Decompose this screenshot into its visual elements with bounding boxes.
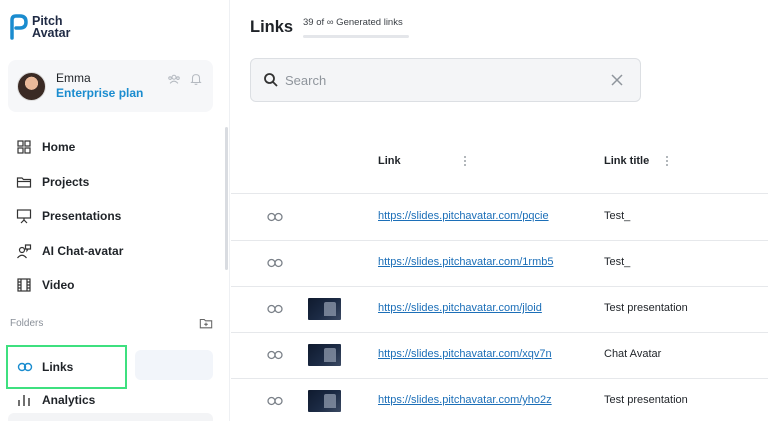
- generated-links-count: 39 of ∞ Generated links: [303, 17, 403, 28]
- link-icon: [267, 258, 283, 268]
- link-title: Test_: [604, 256, 631, 268]
- user-plan[interactable]: Enterprise plan: [56, 86, 143, 101]
- sidebar-nav: Home Projects Presentations AI Chat-avat…: [16, 130, 123, 303]
- presentation-thumbnail[interactable]: [308, 298, 341, 320]
- folders-header: Folders: [10, 316, 213, 330]
- close-icon[interactable]: [610, 73, 624, 87]
- main-content: Links 39 of ∞ Generated links Link Link …: [231, 0, 768, 421]
- sidebar-item-label: Video: [42, 278, 75, 293]
- sidebar-item-label: Home: [42, 140, 76, 155]
- presentation-icon: [16, 209, 32, 224]
- add-folder-icon[interactable]: [199, 316, 213, 330]
- sidebar-item-projects[interactable]: Projects: [16, 165, 123, 200]
- team-icon[interactable]: [167, 72, 181, 86]
- link-url[interactable]: https://slides.pitchavatar.com/jloid: [378, 302, 542, 314]
- column-header-label: Link title: [604, 155, 650, 167]
- link-url[interactable]: https://slides.pitchavatar.com/1rmb5: [378, 256, 553, 268]
- user-card[interactable]: Emma Enterprise plan: [8, 60, 213, 112]
- table-header: Link Link title: [231, 140, 768, 194]
- pitch-avatar-logo-icon: [10, 14, 28, 40]
- table-row[interactable]: https://slides.pitchavatar.com/pqcie Tes…: [231, 195, 768, 241]
- column-header-label: Link: [378, 155, 401, 167]
- chat-avatar-icon: [17, 244, 32, 259]
- link-title: Test presentation: [604, 394, 688, 406]
- column-header-link[interactable]: Link: [378, 155, 467, 167]
- grid-icon: [17, 140, 31, 154]
- search-box[interactable]: [250, 58, 641, 102]
- user-actions: [167, 72, 203, 86]
- column-menu-icon[interactable]: [665, 155, 669, 167]
- sidebar-bottom-panel: [8, 413, 213, 421]
- link-url[interactable]: https://slides.pitchavatar.com/yho2z: [378, 394, 552, 406]
- folders-label: Folders: [10, 317, 44, 329]
- folder-icon: [16, 177, 32, 188]
- presentation-thumbnail[interactable]: [308, 344, 341, 366]
- bell-icon[interactable]: [189, 72, 203, 86]
- page-title: Links: [250, 18, 294, 36]
- sidebar-item-label: AI Chat-avatar: [42, 243, 124, 258]
- film-icon: [17, 278, 31, 292]
- sidebar-scrollbar[interactable]: [225, 127, 228, 270]
- table-row[interactable]: https://slides.pitchavatar.com/xqv7n Cha…: [231, 333, 768, 379]
- user-name: Emma: [56, 71, 91, 85]
- link-icon: [267, 304, 283, 314]
- sidebar-item-ai-chat-avatar[interactable]: AI Chat-avatar: [16, 234, 123, 269]
- link-title: Test presentation: [604, 302, 688, 314]
- logo-line2: Avatar: [32, 26, 71, 40]
- link-icon: [17, 362, 33, 372]
- link-title: Test_: [604, 210, 631, 222]
- active-item-background: [135, 350, 213, 380]
- link-url[interactable]: https://slides.pitchavatar.com/xqv7n: [378, 348, 552, 360]
- sidebar-item-label: Links: [42, 360, 74, 374]
- sidebar-item-label: Analytics: [42, 393, 96, 407]
- avatar[interactable]: [17, 71, 46, 101]
- generated-links-progress: [303, 35, 409, 38]
- sidebar-item-analytics[interactable]: Analytics: [16, 392, 95, 408]
- column-menu-icon[interactable]: [463, 155, 467, 167]
- presentation-thumbnail[interactable]: [308, 390, 341, 412]
- link-icon: [267, 396, 283, 406]
- table-row[interactable]: https://slides.pitchavatar.com/jloid Tes…: [231, 287, 768, 333]
- sidebar-item-links[interactable]: Links: [6, 345, 127, 389]
- search-icon: [264, 73, 278, 87]
- sidebar-item-home[interactable]: Home: [16, 130, 123, 165]
- logo[interactable]: Pitch Avatar: [10, 14, 70, 40]
- logo-text: Pitch Avatar: [32, 15, 71, 40]
- column-header-link-title[interactable]: Link title: [604, 155, 669, 167]
- sidebar-item-presentations[interactable]: Presentations: [16, 199, 123, 234]
- table-row[interactable]: https://slides.pitchavatar.com/yho2z Tes…: [231, 379, 768, 421]
- link-icon: [267, 350, 283, 360]
- search-input[interactable]: [285, 72, 605, 88]
- link-title: Chat Avatar: [604, 348, 662, 360]
- sidebar-item-label: Projects: [42, 174, 90, 189]
- sidebar-item-video[interactable]: Video: [16, 268, 123, 303]
- link-icon: [267, 212, 283, 222]
- sidebar: Pitch Avatar Emma Enterprise plan Home P…: [0, 0, 230, 421]
- table-row[interactable]: https://slides.pitchavatar.com/1rmb5 Tes…: [231, 241, 768, 287]
- user-info: Emma Enterprise plan: [56, 71, 143, 101]
- sidebar-item-label: Presentations: [42, 209, 122, 224]
- link-url[interactable]: https://slides.pitchavatar.com/pqcie: [378, 210, 549, 222]
- analytics-icon: [18, 395, 30, 406]
